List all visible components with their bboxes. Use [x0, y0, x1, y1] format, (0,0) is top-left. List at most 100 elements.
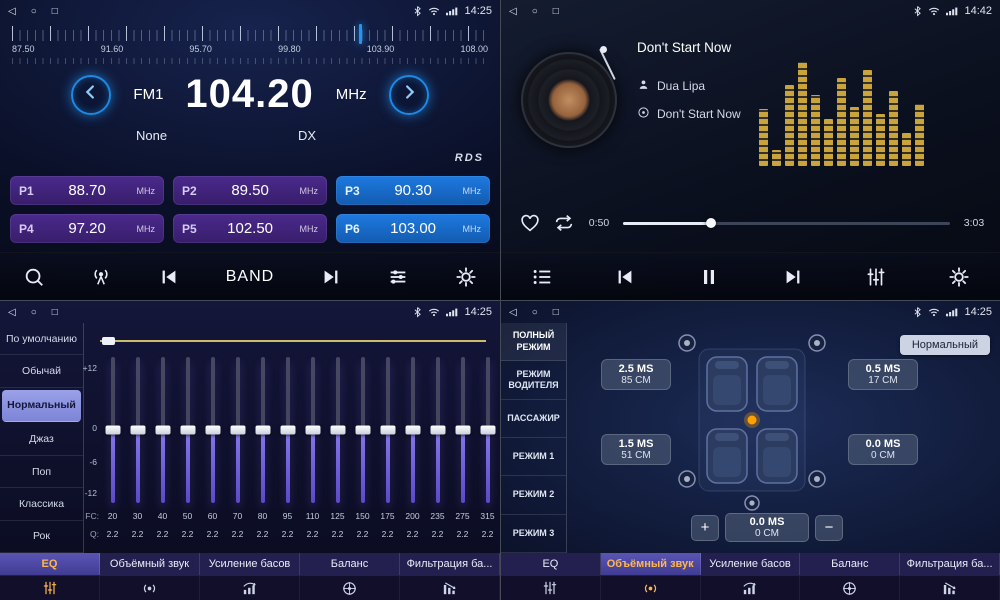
eq-slider-handle[interactable] [255, 426, 270, 435]
previous-button[interactable] [158, 266, 180, 288]
scroll-handle[interactable] [102, 337, 115, 345]
tab-icon-eq[interactable] [0, 576, 100, 600]
eq-slider-handle[interactable] [355, 426, 370, 435]
radio-preset-p6[interactable]: P6 103.00 MHz [336, 214, 490, 243]
tab-filtering[interactable]: Фильтрация ба... [900, 553, 1000, 575]
eq-slider-handle[interactable] [280, 426, 295, 435]
mode-2[interactable]: РЕЖИМ 2 [501, 476, 566, 514]
eq-band-column[interactable] [450, 357, 475, 503]
tab-icon-filtering[interactable] [900, 576, 1000, 600]
radio-preset-p3[interactable]: P3 90.30 MHz [336, 176, 490, 205]
tab-icon-bass-boost[interactable] [701, 576, 801, 600]
radio-preset-p5[interactable]: P5 102.50 MHz [173, 214, 327, 243]
tune-down-button[interactable] [71, 75, 111, 115]
recents-icon[interactable]: □ [553, 307, 559, 318]
recents-icon[interactable]: □ [553, 6, 559, 17]
eq-band-column[interactable] [225, 357, 250, 503]
eq-slider-handle[interactable] [105, 426, 120, 435]
tab-surround[interactable]: Объёмный звук [100, 553, 200, 575]
profile-button[interactable]: Нормальный [900, 335, 990, 355]
favorite-button[interactable] [519, 212, 541, 234]
eq-slider-handle[interactable] [380, 426, 395, 435]
eq-slider-handle[interactable] [180, 426, 195, 435]
home-icon[interactable]: ○ [31, 307, 37, 318]
mode-1[interactable]: РЕЖИМ 1 [501, 438, 566, 476]
eq-preset-pop[interactable]: Поп [0, 456, 83, 488]
search-button[interactable] [23, 266, 45, 288]
eq-band-column[interactable] [350, 357, 375, 503]
home-icon[interactable]: ○ [31, 6, 37, 17]
progress-bar[interactable] [623, 222, 950, 225]
eq-band-column[interactable] [150, 357, 175, 503]
tab-eq[interactable]: EQ [0, 553, 100, 575]
delay-rear-left[interactable]: 1.5 MS 51 CM [601, 434, 671, 465]
tab-eq[interactable]: EQ [501, 553, 601, 575]
back-icon[interactable]: ◁ [8, 6, 16, 17]
eq-band-column[interactable] [425, 357, 450, 503]
eq-band-column[interactable] [275, 357, 300, 503]
decrease-delay-button[interactable]: − [815, 515, 843, 541]
eq-slider-handle[interactable] [305, 426, 320, 435]
eq-band-column[interactable] [375, 357, 400, 503]
eq-band-column[interactable] [475, 357, 500, 503]
tab-bass-boost[interactable]: Усиление басов [701, 553, 801, 575]
tab-icon-balance[interactable] [800, 576, 900, 600]
tab-balance[interactable]: Баланс [800, 553, 900, 575]
tab-icon-bass-boost[interactable] [200, 576, 300, 600]
eq-preset-normal[interactable]: Нормальный [2, 390, 81, 422]
settings-button[interactable] [455, 266, 477, 288]
eq-slider-handle[interactable] [155, 426, 170, 435]
tab-surround[interactable]: Объёмный звук [601, 553, 701, 575]
back-icon[interactable]: ◁ [509, 6, 517, 17]
eq-preset-custom[interactable]: Обычай [0, 355, 83, 387]
tab-bass-boost[interactable]: Усиление басов [200, 553, 300, 575]
eq-slider-handle[interactable] [480, 426, 495, 435]
settings-button[interactable] [948, 266, 970, 288]
tab-filtering[interactable]: Фильтрация ба... [400, 553, 500, 575]
previous-track-button[interactable] [614, 266, 636, 288]
home-icon[interactable]: ○ [532, 6, 538, 17]
frequency-scale[interactable]: 87.5091.60 95.7099.80 103.90108.00 [12, 26, 488, 68]
eq-band-column[interactable] [300, 357, 325, 503]
eq-preset-rock[interactable]: Рок [0, 521, 83, 553]
delay-front-right[interactable]: 0.5 MS 17 CM [848, 359, 918, 390]
repeat-button[interactable] [553, 212, 575, 234]
increase-delay-button[interactable]: + [691, 515, 719, 541]
eq-band-column[interactable] [400, 357, 425, 503]
next-button[interactable] [320, 266, 342, 288]
back-icon[interactable]: ◁ [8, 307, 16, 318]
radio-preset-p2[interactable]: P2 89.50 MHz [173, 176, 327, 205]
next-track-button[interactable] [782, 266, 804, 288]
bands-scroll-slider[interactable] [100, 337, 486, 345]
eq-slider-handle[interactable] [405, 426, 420, 435]
eq-slider-handle[interactable] [205, 426, 220, 435]
pause-button[interactable] [697, 265, 721, 289]
tune-up-button[interactable] [389, 75, 429, 115]
eq-band-column[interactable] [175, 357, 200, 503]
eq-band-column[interactable] [325, 357, 350, 503]
mode-full[interactable]: ПОЛНЫЙ РЕЖИМ [501, 323, 566, 361]
tab-icon-surround[interactable] [100, 576, 200, 600]
eq-slider-handle[interactable] [455, 426, 470, 435]
band-button[interactable]: BAND [226, 268, 274, 286]
eq-band-column[interactable] [250, 357, 275, 503]
eq-slider-handle[interactable] [230, 426, 245, 435]
eq-slider-handle[interactable] [330, 426, 345, 435]
progress-knob[interactable] [706, 218, 716, 228]
eq-band-column[interactable] [125, 357, 150, 503]
eq-preset-classic[interactable]: Классика [0, 488, 83, 520]
eq-preset-jazz[interactable]: Джаз [0, 424, 83, 456]
radio-preset-p1[interactable]: P1 88.70 MHz [10, 176, 164, 205]
mixer-button[interactable] [865, 266, 887, 288]
tab-icon-surround[interactable] [601, 576, 701, 600]
mode-passenger[interactable]: ПАССАЖИР [501, 400, 566, 438]
tab-icon-balance[interactable] [300, 576, 400, 600]
tab-icon-eq[interactable] [501, 576, 601, 600]
delay-rear-right[interactable]: 0.0 MS 0 CM [848, 434, 918, 465]
eq-preset-default[interactable]: По умолчанию [0, 323, 83, 355]
radio-preset-p4[interactable]: P4 97.20 MHz [10, 214, 164, 243]
audio-settings-button[interactable] [387, 266, 409, 288]
scan-button[interactable] [90, 266, 112, 288]
playlist-button[interactable] [531, 266, 553, 288]
back-icon[interactable]: ◁ [509, 307, 517, 318]
